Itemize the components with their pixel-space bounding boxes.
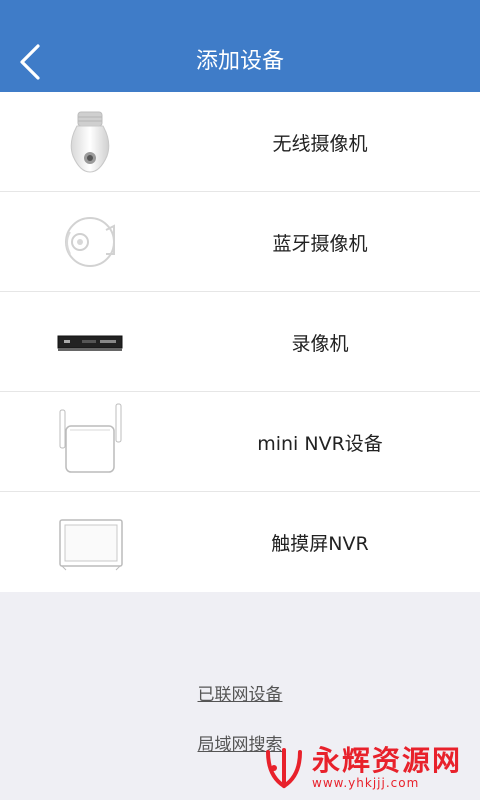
watermark-logo-icon: [266, 748, 302, 789]
device-row-recorder[interactable]: 录像机: [0, 292, 480, 392]
watermark: 永辉资源网 www.yhkjjj.com: [262, 742, 474, 794]
device-label-recorder: 录像机: [291, 332, 349, 355]
watermark-url: www.yhkjjj.com: [312, 776, 420, 790]
device-label-wireless-camera: 无线摄像机: [272, 132, 368, 155]
watermark-text: 永辉资源网: [312, 744, 463, 777]
device-row-mini-nvr[interactable]: mini NVR设备: [0, 392, 480, 492]
recorder-icon: [40, 292, 140, 392]
device-row-bluetooth-camera[interactable]: 蓝牙摄像机: [0, 192, 480, 292]
dome-camera-icon: [40, 192, 140, 292]
touchscreen-nvr-icon: [40, 492, 140, 592]
device-label-touchscreen-nvr: 触摸屏NVR: [271, 532, 369, 555]
device-row-touchscreen-nvr[interactable]: 触摸屏NVR: [0, 492, 480, 592]
page-title: 添加设备: [195, 49, 284, 74]
bulb-camera-icon: [40, 92, 140, 192]
device-type-list: 无线摄像机 蓝牙摄像机 录像机 mini NVR设备 触摸屏NVR: [0, 92, 480, 592]
connected-devices-link[interactable]: 已联网设备: [140, 670, 340, 720]
mini-nvr-icon: [40, 392, 140, 492]
device-label-bluetooth-camera: 蓝牙摄像机: [272, 232, 368, 255]
device-label-mini-nvr: mini NVR设备: [257, 432, 383, 455]
device-row-wireless-camera[interactable]: 无线摄像机: [0, 92, 480, 192]
app-header: 添加设备: [0, 0, 480, 92]
